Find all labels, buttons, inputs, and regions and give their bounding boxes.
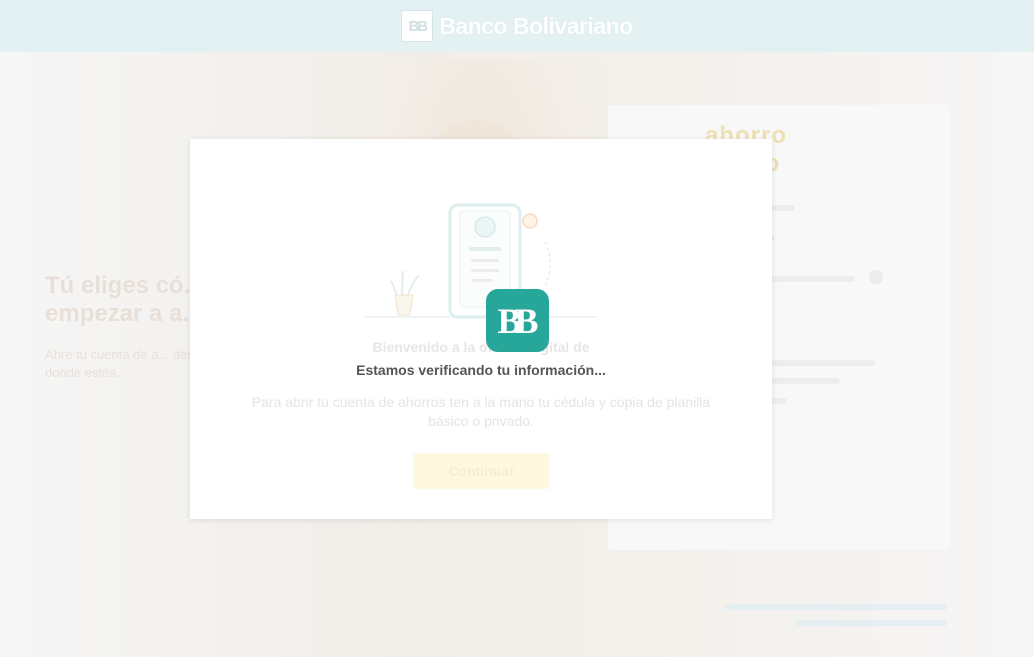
- footer-text: [795, 620, 947, 626]
- form-text: [765, 378, 840, 384]
- help-icon[interactable]: [869, 270, 883, 284]
- onboarding-illustration-icon: [365, 203, 597, 319]
- brand-name: Banco Bolivariano: [439, 12, 633, 39]
- welcome-description: Para abrir tu cuenta de ahorros ten a la…: [251, 394, 711, 429]
- welcome-modal: Bienvenido a la oficina digital de Estam…: [190, 139, 772, 519]
- loading-logo-icon: BB: [486, 289, 549, 352]
- brand-mark-icon: BB: [401, 10, 434, 42]
- top-header: BB Banco Bolivariano: [0, 0, 1034, 52]
- verification-status: Estamos verificando tu información...: [356, 362, 606, 378]
- footer-text: [725, 604, 947, 610]
- form-text: [765, 360, 875, 366]
- welcome-text: Bienvenido a la oficina digital de: [372, 339, 590, 355]
- form-label: [760, 276, 855, 282]
- loading-logo-mark: BB: [497, 300, 538, 341]
- confirm-button[interactable]: Continuar: [413, 453, 550, 489]
- brand-logo[interactable]: BB Banco Bolivariano: [401, 10, 633, 42]
